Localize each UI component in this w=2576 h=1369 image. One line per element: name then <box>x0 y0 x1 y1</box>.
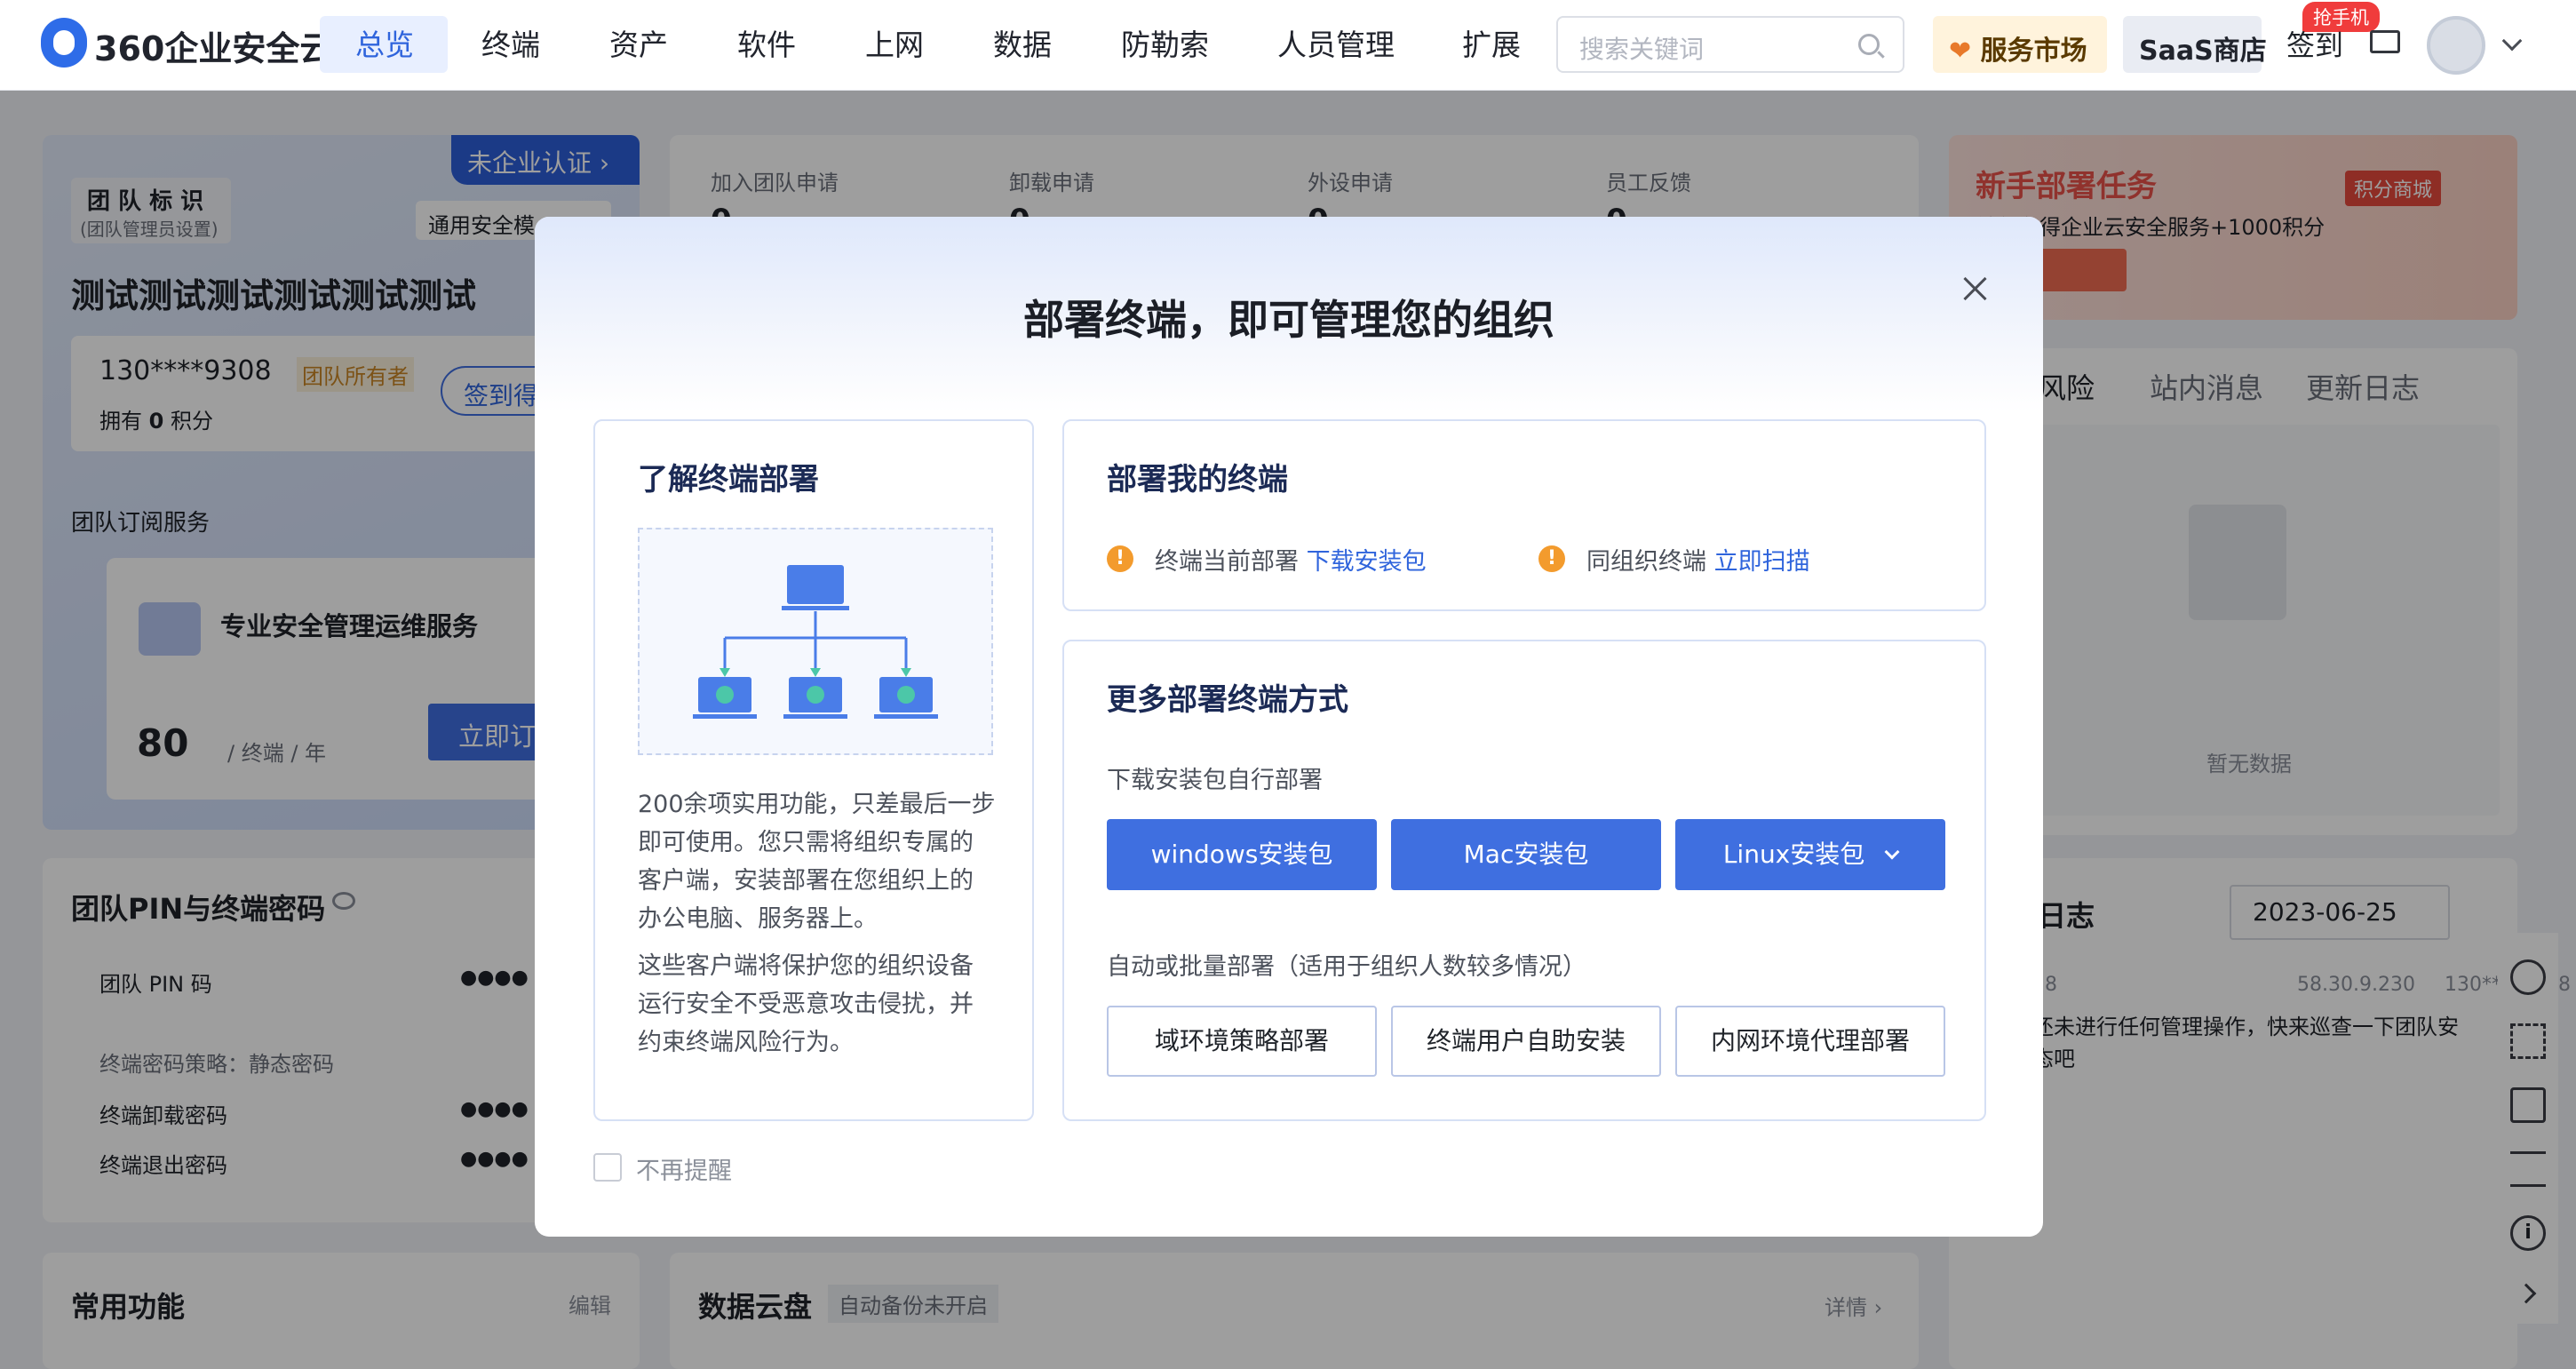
chevron-down-icon <box>1884 844 1900 860</box>
linux-package-label: Linux安装包 <box>1722 840 1865 869</box>
deploy-diagram <box>638 528 993 755</box>
nav-extend[interactable]: 扩展 <box>1462 21 1521 64</box>
search-placeholder: 搜索关键词 <box>1579 35 1705 64</box>
linux-package-button[interactable]: Linux安装包 <box>1675 819 1945 890</box>
user-self-install-button[interactable]: 终端用户自助安装 <box>1391 1006 1661 1077</box>
signin-button[interactable]: 签到 <box>2286 23 2343 64</box>
learn-deploy-panel: 了解终端部署 200余项实用功能，只差最后一步即可使用。您只需将组织专属的客户端… <box>593 419 1034 1121</box>
nav-ransomware[interactable]: 防勒索 <box>1121 21 1209 64</box>
warning-icon: ! <box>1107 545 1133 572</box>
learn-paragraph-2: 这些客户端将保护您的组织设备运行安全不受恶意攻击侵扰，并约束终端风险行为。 <box>638 952 974 1056</box>
service-market-label: 服务市场 <box>1980 36 2087 67</box>
chevron-down-icon[interactable] <box>2501 30 2523 52</box>
nav-terminal[interactable]: 终端 <box>481 21 540 64</box>
warning-icon: ! <box>1538 545 1565 572</box>
deploy-status-2: 同组织终端 立即扫描 <box>1586 542 1810 577</box>
logo-icon <box>41 18 87 68</box>
mac-package-button[interactable]: Mac安装包 <box>1391 819 1661 890</box>
nav-internet[interactable]: 上网 <box>865 21 924 64</box>
deploy-terminal-modal: 部署终端，即可管理您的组织 了解终端部署 200余项实用功能，只差最后一步即可使… <box>535 217 2043 1237</box>
avatar[interactable] <box>2427 16 2485 75</box>
app-logo-text[interactable]: 360企业安全云 <box>94 21 333 70</box>
learn-deploy-title: 了解终端部署 <box>638 462 819 497</box>
nav-personnel[interactable]: 人员管理 <box>1277 21 1395 64</box>
download-label: 下载安装包自行部署 <box>1107 767 1323 794</box>
nav-data[interactable]: 数据 <box>993 21 1052 64</box>
domain-policy-deploy-button[interactable]: 域环境策略部署 <box>1107 1006 1377 1077</box>
more-deploy-title: 更多部署终端方式 <box>1107 682 1348 718</box>
windows-package-button[interactable]: windows安装包 <box>1107 819 1377 890</box>
download-package-link[interactable]: 下载安装包 <box>1307 548 1427 576</box>
batch-deploy-label: 自动或批量部署（适用于组织人数较多情况） <box>1107 953 1586 981</box>
nav-software[interactable]: 软件 <box>737 21 796 64</box>
intranet-proxy-deploy-button[interactable]: 内网环境代理部署 <box>1675 1006 1945 1077</box>
modal-title: 部署终端，即可管理您的组织 <box>1023 296 1554 344</box>
search-icon[interactable] <box>1858 34 1880 55</box>
same-org-label: 同组织终端 <box>1586 548 1706 576</box>
scan-now-link[interactable]: 立即扫描 <box>1714 548 1810 576</box>
deploy-status-1: 终端当前部署 下载安装包 <box>1155 542 1427 577</box>
saas-store-button[interactable]: SaaS商店 <box>2123 16 2267 73</box>
service-market-button[interactable]: ❤ 服务市场 <box>1933 16 2107 73</box>
close-icon[interactable] <box>1958 272 1993 307</box>
nav-assets[interactable]: 资产 <box>609 21 668 64</box>
deploy-status-label: 终端当前部署 <box>1155 548 1299 576</box>
learn-paragraph-1: 200余项实用功能，只差最后一步即可使用。您只需将组织专属的客户端，安装部署在您… <box>638 791 996 933</box>
heart-icon: ❤ <box>1949 36 1981 67</box>
top-bar: 360企业安全云 总览 终端 资产 软件 上网 数据 防勒索 人员管理 扩展 搜… <box>0 0 2576 91</box>
nav-overview[interactable]: 总览 <box>355 21 414 64</box>
network-diagram-icon <box>693 565 938 719</box>
search-input[interactable]: 搜索关键词 <box>1556 16 1904 73</box>
no-remind-checkbox[interactable] <box>593 1153 622 1182</box>
mail-icon[interactable] <box>2370 30 2400 53</box>
deploy-my-terminal-title: 部署我的终端 <box>1107 462 1288 497</box>
deploy-my-terminal-panel: 部署我的终端 ! 终端当前部署 下载安装包 ! 同组织终端 立即扫描 <box>1062 419 1986 611</box>
no-remind-label[interactable]: 不再提醒 <box>636 1151 732 1186</box>
more-deploy-panel: 更多部署终端方式 下载安装包自行部署 windows安装包 Mac安装包 Lin… <box>1062 640 1986 1121</box>
